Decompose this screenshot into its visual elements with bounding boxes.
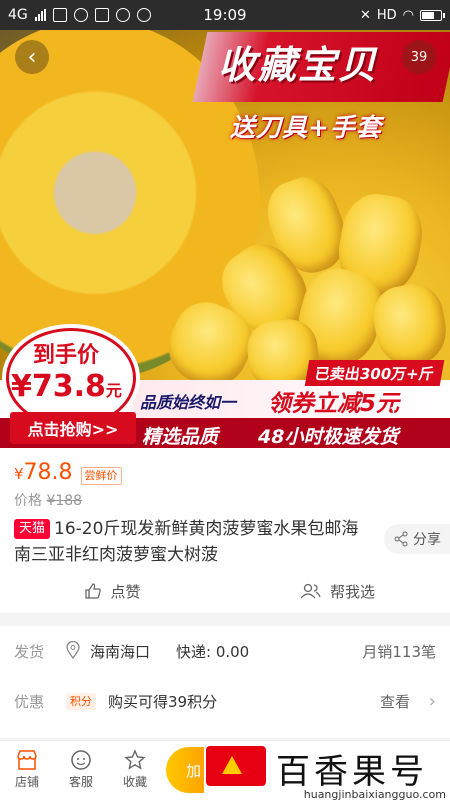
- monthly-sales: 月销113笔: [362, 642, 436, 661]
- detail-section: 发货 海南海口 快递: 0.00 月销113笔 优惠 积分 购买可得39积分 查…: [0, 626, 450, 738]
- clock: 19:09: [203, 6, 247, 24]
- grab-button[interactable]: 点击抢购>>: [10, 412, 136, 444]
- location-pin-icon: [66, 641, 80, 659]
- favorite-label: 收藏: [122, 775, 147, 789]
- customer-service-icon: [71, 750, 91, 770]
- final-price-label: 到手价: [33, 343, 100, 368]
- cart-button[interactable]: 39: [402, 40, 436, 74]
- chevron-right-icon: ›: [428, 690, 436, 712]
- final-price-value: ¥73.8元: [11, 369, 122, 404]
- thumbs-up-icon: [85, 583, 102, 599]
- price-row: ¥78.8 尝鲜价: [14, 460, 122, 485]
- sold-count-tag: 已卖出300万+斤: [304, 360, 445, 386]
- store-icon: [17, 750, 37, 770]
- view-link[interactable]: 查看: [380, 691, 410, 712]
- watermark-text: 百香果号: [276, 752, 428, 792]
- points-text: 购买可得39积分: [108, 692, 218, 711]
- people-icon: [300, 583, 321, 599]
- product-image-carousel[interactable]: 收藏宝贝 送刀具+手套 ‹ 39 品质始终如一 领券立减5元 精选品质 48小时…: [0, 30, 450, 448]
- watermark-logo: [206, 746, 266, 786]
- fast-ship-text: 48小时极速发货: [258, 426, 399, 448]
- current-price: ¥78.8: [14, 460, 73, 485]
- carousel-page-indicator: 1/5: [389, 406, 410, 421]
- promotion-row[interactable]: 优惠 积分 购买可得39积分 查看 ›: [0, 676, 450, 726]
- star-icon: [124, 749, 146, 770]
- action-row: 点赞 帮我选: [0, 576, 450, 606]
- help-choose-label: 帮我选: [329, 582, 375, 601]
- cart-count: 39: [410, 49, 428, 65]
- points-tag: 积分: [66, 692, 96, 710]
- price-type-tag: 尝鲜价: [80, 467, 122, 485]
- share-icon: [394, 531, 408, 547]
- service-label: 客服: [68, 775, 93, 789]
- store-tab[interactable]: 店铺: [2, 747, 52, 790]
- service-tab[interactable]: 客服: [56, 747, 106, 790]
- tmall-badge: 天猫: [14, 519, 51, 539]
- help-choose-button[interactable]: 帮我选: [225, 576, 450, 606]
- quality-text: 品质始终如一: [140, 393, 237, 412]
- shipping-label: 发货: [14, 642, 45, 661]
- like-button[interactable]: 点赞: [0, 576, 225, 606]
- watermark: 百香果号 huangjinbaixiangguo.com: [204, 744, 450, 800]
- chevron-left-icon: ‹: [27, 44, 37, 70]
- product-title: 天猫 16-20斤现发新鲜黄肉菠萝蜜水果包邮海南三亚非红肉菠萝蜜大树菠: [14, 516, 374, 568]
- banner-subtitle: 送刀具+手套: [230, 113, 382, 142]
- watermark-url: huangjinbaixiangguo.com: [303, 788, 446, 800]
- product-info-card: ¥78.8 尝鲜价 价格 ¥188 天猫 16-20斤现发新鲜黄肉菠萝蜜水果包邮海…: [0, 448, 450, 613]
- battery-icon: [420, 9, 445, 21]
- express-fee: 快递: 0.00: [176, 642, 250, 661]
- favorite-tab[interactable]: 收藏: [110, 747, 160, 790]
- share-button[interactable]: 分享: [384, 524, 450, 554]
- original-price: 价格 ¥188: [14, 493, 83, 509]
- product-title-text: 16-20斤现发新鲜黄肉菠萝蜜水果包邮海南三亚非红肉菠萝蜜大树菠: [14, 519, 359, 565]
- store-label: 店铺: [14, 775, 39, 789]
- add-to-cart-button[interactable]: 加: [166, 747, 206, 793]
- ship-location: 海南海口: [90, 642, 151, 661]
- banner-title: 收藏宝贝: [218, 43, 379, 87]
- select-quality-text: 精选品质: [142, 426, 219, 448]
- coupon-text: 领券立减5元: [268, 391, 400, 417]
- like-label: 点赞: [110, 582, 141, 601]
- status-bar: 4G 19:09 ✕ HD ◠: [0, 0, 450, 30]
- promotion-label: 优惠: [14, 692, 45, 711]
- back-button[interactable]: ‹: [15, 40, 49, 74]
- share-label: 分享: [413, 532, 441, 548]
- add-to-cart-label: 加: [186, 761, 202, 780]
- shipping-row[interactable]: 发货 海南海口 快递: 0.00 月销113笔: [0, 626, 450, 676]
